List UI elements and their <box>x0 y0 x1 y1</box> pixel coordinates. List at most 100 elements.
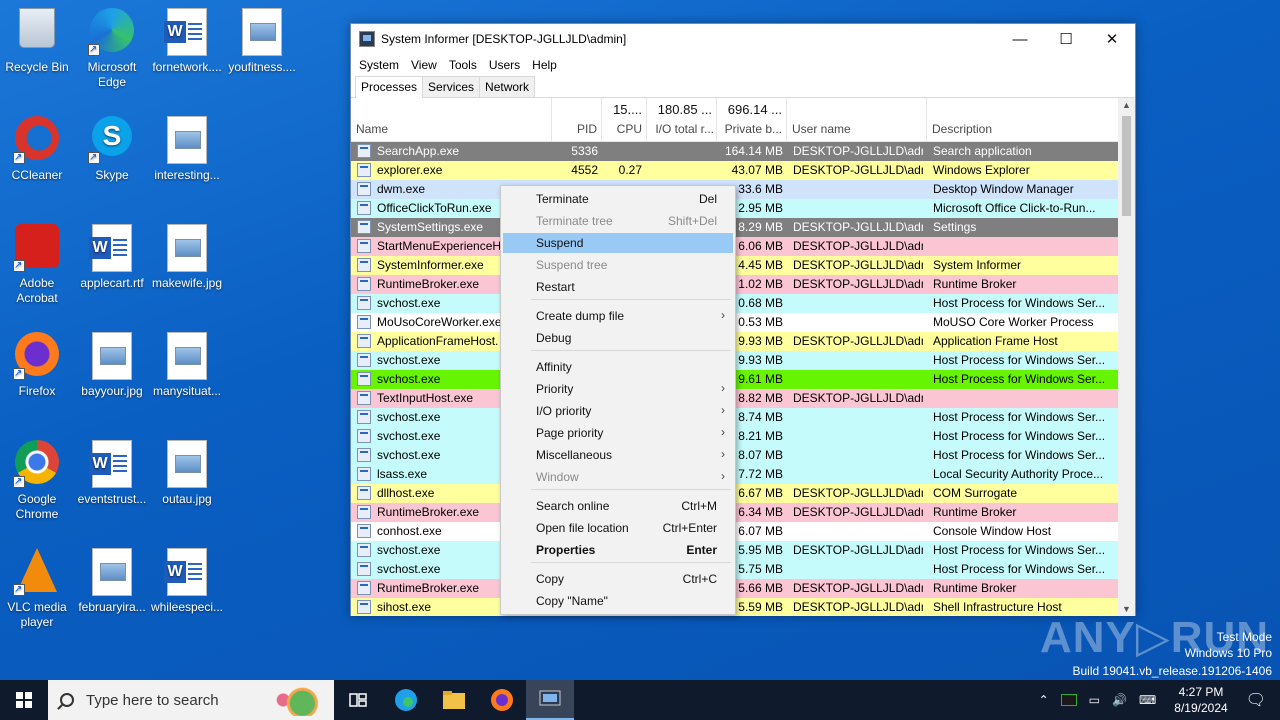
clock[interactable]: 4:27 PM 8/19/2024 <box>1174 684 1227 716</box>
menu-item-debug[interactable]: Debug <box>503 328 733 348</box>
taskbar-file-explorer[interactable] <box>430 680 478 720</box>
tab-network[interactable]: Network <box>479 76 536 97</box>
menu-item-create-dump-file[interactable]: Create dump file › <box>503 306 733 326</box>
process-user: DESKTOP-JGLLJLD\admi <box>793 220 923 234</box>
menu-item-shortcut: Enter <box>686 543 717 557</box>
tray-overflow-icon[interactable]: ⌃ <box>1039 693 1049 707</box>
menu-item-search-online[interactable]: Search online Ctrl+M <box>503 496 733 516</box>
menu-item-suspend-tree[interactable]: Suspend tree <box>503 255 733 275</box>
desktop-icon-youfitness[interactable]: youfitness.... <box>224 4 300 75</box>
menu-item-i-o-priority[interactable]: I/O priority › <box>503 401 733 421</box>
menu-item-page-priority[interactable]: Page priority › <box>503 423 733 443</box>
taskbar-system-informer[interactable] <box>526 680 574 720</box>
tab-services[interactable]: Services <box>422 76 481 97</box>
desktop-icon-fornetwork[interactable]: Wfornetwork.... <box>149 4 225 75</box>
process-icon <box>357 201 371 215</box>
vertical-scrollbar[interactable]: ▲ ▼ <box>1118 98 1135 616</box>
desktop-icon-google-chrome[interactable]: Google Chrome <box>0 436 75 522</box>
close-button[interactable]: ✕ <box>1089 24 1135 54</box>
desktop-icon-label: Recycle Bin <box>5 60 69 74</box>
taskbar-search-box[interactable]: Type here to search <box>48 680 334 720</box>
column-private-bytes[interactable]: 696.14 ... Private b... <box>717 98 787 142</box>
desktop-icon-whileespeci[interactable]: Wwhileespeci... <box>149 544 225 615</box>
table-row[interactable]: explorer.exe 4552 0.27 43.07 MB DESKTOP-JGLL… <box>351 161 1119 180</box>
column-user-name[interactable]: User name <box>787 98 927 142</box>
tab-processes[interactable]: Processes <box>355 76 424 98</box>
makewife-icon <box>163 224 211 272</box>
taskbar-edge[interactable] <box>382 680 430 720</box>
desktop-icon-makewife[interactable]: makewife.jpg <box>149 220 225 291</box>
process-cpu: 0.27 <box>618 163 642 177</box>
desktop-icon-bayyour[interactable]: bayyour.jpg <box>74 328 150 399</box>
desktop-icon-skype[interactable]: S Skype <box>74 112 150 183</box>
process-name: SearchApp.exe <box>377 144 460 158</box>
minimize-button[interactable]: — <box>997 24 1043 54</box>
keyboard-icon[interactable]: ⌨ <box>1139 693 1156 707</box>
menu-item-label: Terminate tree <box>536 214 613 228</box>
menu-item-window[interactable]: Window › <box>503 467 733 487</box>
desktop-icon-manysituat[interactable]: manysituat... <box>149 328 225 399</box>
scroll-up-arrow-icon[interactable]: ▲ <box>1118 100 1135 110</box>
firefox-icon <box>491 689 513 711</box>
menu-users[interactable]: Users <box>483 58 526 72</box>
menu-item-terminate-tree[interactable]: Terminate tree Shift+Del <box>503 211 733 231</box>
process-monitor-tray-icon[interactable] <box>1060 694 1077 706</box>
process-private-bytes: 164.14 MB <box>724 144 783 158</box>
desktop-icon-interesting[interactable]: interesting... <box>149 112 225 183</box>
process-icon <box>357 277 371 291</box>
table-row[interactable]: SearchApp.exe 5336 164.14 MB DESKTOP-JGLLJL… <box>351 142 1119 161</box>
system-informer-window[interactable]: System Informer [DESKTOP-JGLLJLD\admin] … <box>350 23 1136 616</box>
menu-tools[interactable]: Tools <box>443 58 483 72</box>
menu-item-miscellaneous[interactable]: Miscellaneous › <box>503 445 733 465</box>
desktop-icon-februaryira[interactable]: februaryira... <box>74 544 150 615</box>
menu-item-label: Affinity <box>536 360 572 374</box>
task-view-button[interactable] <box>334 680 382 720</box>
menu-item-restart[interactable]: Restart <box>503 277 733 297</box>
submenu-arrow-icon: › <box>721 469 725 483</box>
title-bar[interactable]: System Informer [DESKTOP-JGLLJLD\admin] … <box>351 24 1135 54</box>
menu-item-shortcut: Ctrl+M <box>681 499 717 513</box>
submenu-arrow-icon: › <box>721 403 725 417</box>
menu-item-copy-name[interactable]: Copy "Name" <box>503 591 733 611</box>
desktop-icon-eventstrust[interactable]: Weventstrust... <box>74 436 150 507</box>
interesting-icon <box>163 116 211 164</box>
desktop-icon-microsoft-edge[interactable]: Microsoft Edge <box>74 4 150 90</box>
process-user: DESKTOP-JGLLJLD\admi <box>793 334 923 348</box>
volume-icon[interactable]: 🔊 <box>1112 693 1127 707</box>
desktop-icon-firefox[interactable]: Firefox <box>0 328 75 399</box>
maximize-button[interactable]: ☐ <box>1043 24 1089 54</box>
start-button[interactable] <box>0 680 48 720</box>
desktop-icon-label: Google Chrome <box>15 492 59 521</box>
desktop-icon-applecart[interactable]: Wapplecart.rtf <box>74 220 150 291</box>
desktop-icon-vlc-media-player[interactable]: VLC media player <box>0 544 75 630</box>
column-name-label: Name <box>356 122 389 136</box>
desktop-icon-outau[interactable]: outau.jpg <box>149 436 225 507</box>
desktop-icon-ccleaner[interactable]: CCleaner <box>0 112 75 183</box>
menu-item-open-file-location[interactable]: Open file location Ctrl+Enter <box>503 518 733 538</box>
column-description[interactable]: Description <box>927 98 1119 142</box>
network-icon[interactable]: ▭ <box>1089 693 1100 707</box>
column-io[interactable]: 180.85 ... I/O total r... <box>647 98 717 142</box>
menu-system[interactable]: System <box>353 58 405 72</box>
notifications-icon[interactable]: 🗨 <box>1246 690 1266 710</box>
menu-help[interactable]: Help <box>526 58 563 72</box>
shortcut-arrow-icon <box>88 150 100 165</box>
column-header-row: Name PID 15.... CPU 180.85 ... I/O total… <box>351 98 1119 142</box>
manysituat-icon <box>163 332 211 380</box>
scroll-thumb[interactable] <box>1122 116 1131 216</box>
menu-item-copy[interactable]: Copy Ctrl+C <box>503 569 733 589</box>
column-pid[interactable]: PID <box>552 98 602 142</box>
process-icon <box>357 182 371 196</box>
column-cpu[interactable]: 15.... CPU <box>602 98 647 142</box>
process-user: DESKTOP-JGLLJLD\admi <box>793 581 923 595</box>
menu-item-properties[interactable]: Properties Enter <box>503 540 733 560</box>
desktop-icon-adobe-acrobat[interactable]: Adobe Acrobat <box>0 220 75 306</box>
column-name[interactable]: Name <box>351 98 552 142</box>
taskbar-firefox[interactable] <box>478 680 526 720</box>
menu-item-suspend[interactable]: Suspend <box>503 233 733 253</box>
menu-item-priority[interactable]: Priority › <box>503 379 733 399</box>
menu-item-affinity[interactable]: Affinity <box>503 357 733 377</box>
desktop-icon-recycle-bin[interactable]: Recycle Bin <box>0 4 75 75</box>
menu-item-terminate[interactable]: Terminate Del <box>503 189 733 209</box>
menu-view[interactable]: View <box>405 58 443 72</box>
